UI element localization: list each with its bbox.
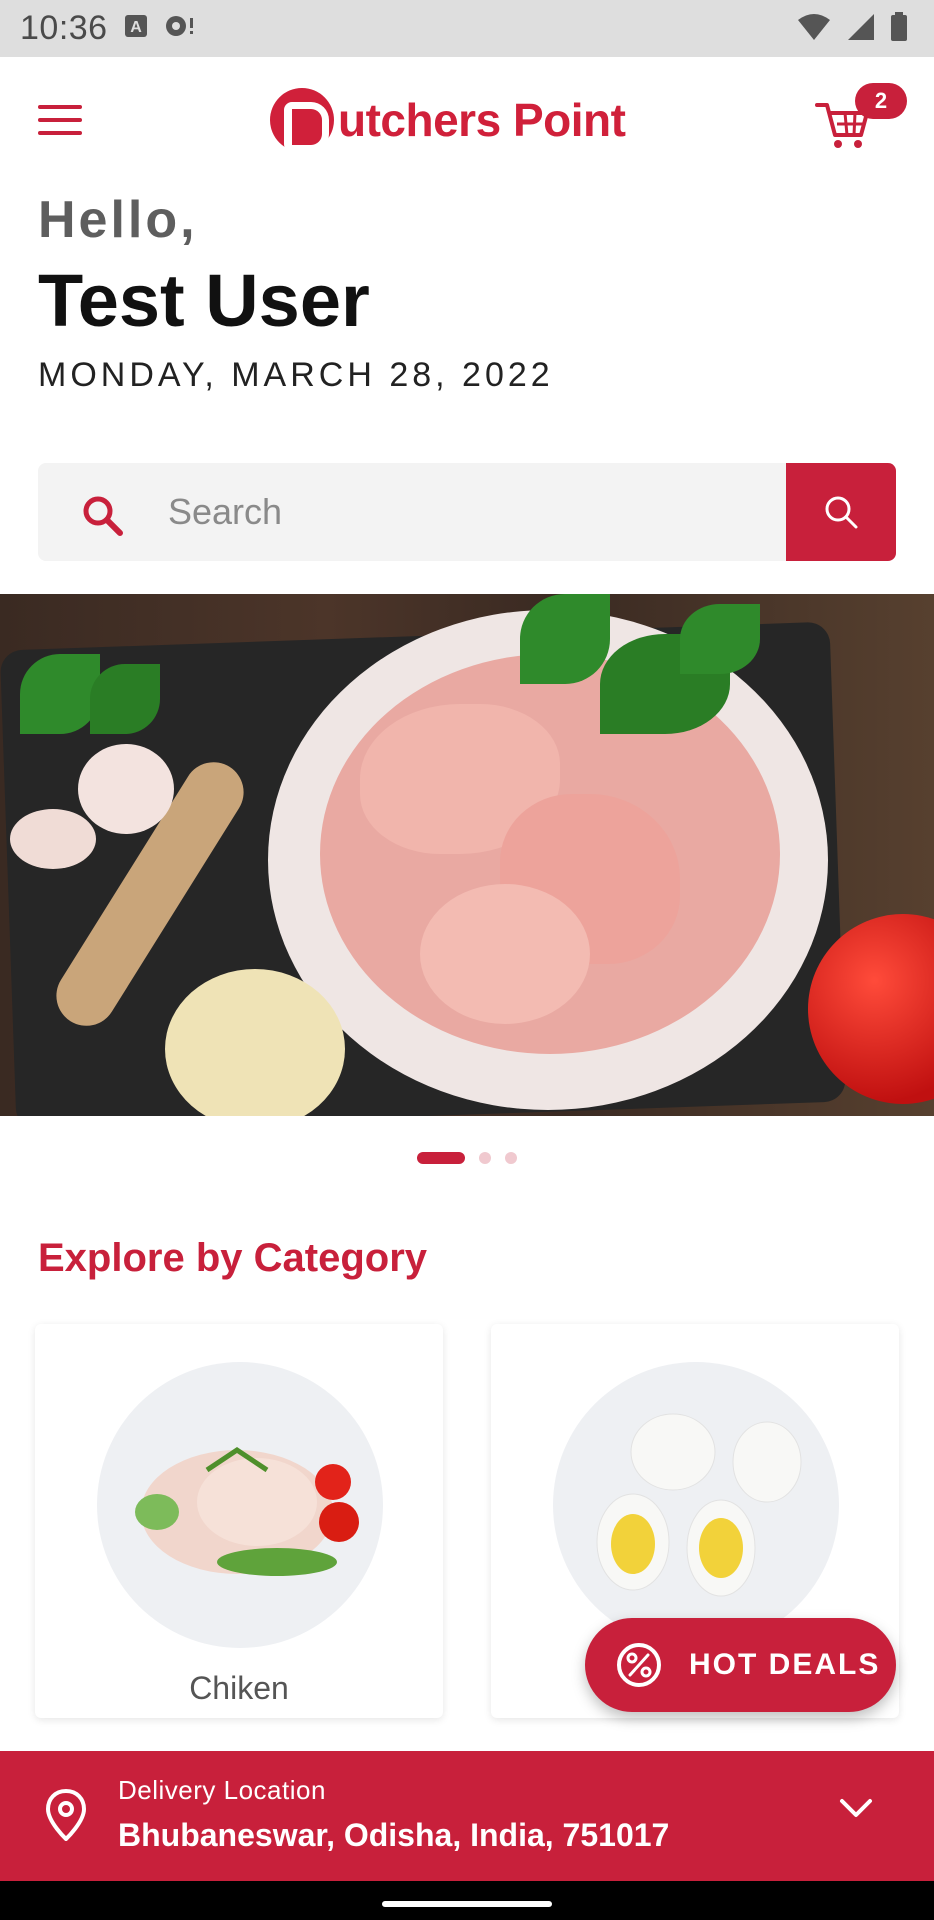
carousel-dot[interactable]: [505, 1152, 517, 1164]
hot-deals-button[interactable]: HOT DEALS: [585, 1618, 896, 1712]
status-bar: 10:36 A: [0, 0, 934, 57]
status-time: 10:36: [20, 9, 108, 47]
delivery-location-label: Delivery Location: [118, 1775, 326, 1805]
greeting-hello: Hello,: [38, 191, 198, 249]
search-icon: [825, 496, 858, 529]
percent-icon: [617, 1643, 661, 1687]
greeting-username: Test User: [38, 259, 370, 342]
svg-text:A: A: [130, 19, 142, 36]
category-card-chicken[interactable]: Chiken: [35, 1324, 443, 1718]
app-logo: utchers Point: [270, 85, 626, 155]
notification-icon: [164, 14, 196, 43]
app-header: utchers Point 2: [0, 57, 934, 187]
chevron-down-icon[interactable]: [838, 1797, 874, 1826]
carousel-dot[interactable]: [417, 1152, 465, 1164]
wifi-icon: [796, 12, 832, 47]
keyboard-a-icon: A: [124, 14, 148, 43]
delivery-location-bar[interactable]: Delivery Location Bhubaneswar, Odisha, I…: [0, 1751, 934, 1881]
cart-count-badge: 2: [855, 83, 907, 119]
menu-button[interactable]: [38, 105, 96, 145]
delivery-address: Bhubaneswar, Odisha, India, 751017: [118, 1817, 670, 1853]
category-label: Chiken: [189, 1670, 289, 1706]
carousel-dot[interactable]: [479, 1152, 491, 1164]
hamburger-icon: [38, 105, 82, 109]
search-bar: [38, 463, 896, 561]
greeting-date: MONDAY, MARCH 28, 2022: [38, 356, 554, 394]
battery-icon: [890, 12, 908, 47]
search-submit-button[interactable]: [786, 463, 896, 561]
system-navigation-bar: [0, 1881, 934, 1920]
promo-banner-image[interactable]: [0, 594, 934, 1116]
hot-deals-label: HOT DEALS: [689, 1648, 881, 1681]
home-gesture-handle[interactable]: [382, 1901, 552, 1907]
logo-b-icon: [270, 88, 334, 152]
eggs-image: [553, 1362, 839, 1648]
search-input[interactable]: [168, 463, 768, 561]
chicken-image: [97, 1362, 383, 1648]
search-icon: [80, 493, 124, 542]
section-title-categories: Explore by Category: [38, 1236, 428, 1280]
location-pin-icon: [45, 1788, 87, 1846]
logo-text: utchers Point: [338, 94, 626, 146]
signal-icon: [846, 12, 876, 47]
carousel-indicator: [0, 1152, 934, 1164]
